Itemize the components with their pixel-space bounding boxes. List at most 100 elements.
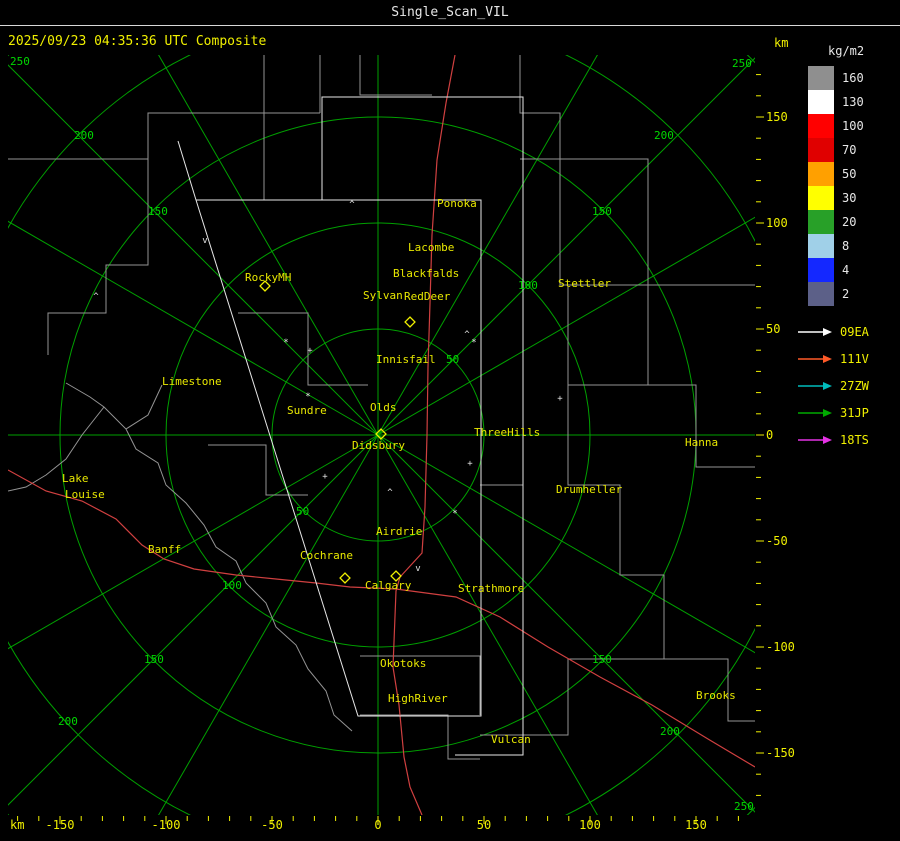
storm-track-legend: 09EA 111V 27ZW 31JP 18TS	[798, 318, 869, 453]
right-axis: 150 100 50 0 -50 -100 -150	[756, 74, 795, 796]
track-id-label: 111V	[840, 351, 869, 366]
radar-site-diamond	[404, 316, 416, 328]
place-label: Sundre	[287, 404, 327, 417]
place-label: Ponoka	[437, 197, 477, 210]
place-label: Sylvan	[363, 289, 403, 302]
station-marker: *	[283, 338, 288, 348]
window-title: Single_Scan_VIL	[391, 5, 509, 20]
ring-distance-label: 200	[660, 725, 680, 738]
track-arrow-head	[823, 408, 832, 417]
ring-distance-label: 150	[144, 653, 164, 666]
colorbar-row: 50	[808, 162, 864, 186]
colorbar-row: 2	[808, 282, 864, 306]
place-label: ThreeHills	[474, 426, 540, 439]
station-marker: *	[452, 509, 457, 519]
azimuth-line	[8, 434, 379, 806]
track-arrow-icon	[798, 435, 832, 444]
colorbar-value: 70	[842, 143, 857, 157]
station-marker: *	[305, 392, 310, 402]
place-label: Strathmore	[458, 582, 524, 595]
right-axis-label: 150	[766, 110, 788, 124]
radar-site-diamond	[339, 572, 351, 584]
right-axis-unit-label: km	[774, 36, 789, 50]
station-marker: +	[557, 394, 563, 404]
bottom-axis-unit-label: km	[10, 818, 24, 832]
station-marker: ^	[349, 200, 355, 210]
timestamp-label: 2025/09/23 04:35:36 UTC Composite	[8, 34, 267, 49]
station-marker: ^	[93, 292, 99, 302]
colorbar-swatch	[808, 234, 834, 258]
colorbar-value: 2	[842, 287, 850, 301]
track-arrow-head	[823, 381, 832, 390]
right-axis-label: -50	[766, 534, 788, 548]
county-boundary	[125, 384, 163, 430]
colorbar-row: 130	[808, 90, 864, 114]
colorbar-value: 130	[842, 95, 864, 109]
track-id-label: 18TS	[840, 432, 869, 447]
storm-track-row: 09EA	[798, 318, 869, 345]
place-label: Calgary	[365, 579, 412, 592]
track-id-label: 27ZW	[840, 378, 869, 393]
colorbar-row: 160	[808, 66, 864, 90]
station-marker: +	[322, 472, 328, 482]
station-marker: v	[415, 564, 420, 574]
place-label: Didsbury	[352, 439, 405, 452]
place-label: Olds	[370, 401, 397, 414]
ring-distance-label: 50	[296, 505, 309, 518]
county-boundary	[238, 312, 368, 386]
ring-distance-label: 250	[10, 55, 30, 68]
place-label: Banff	[148, 543, 181, 556]
colorbar-swatch	[808, 162, 834, 186]
storm-track-row: 18TS	[798, 426, 869, 453]
colorbar-value: 8	[842, 239, 850, 253]
colorbar-swatch	[808, 90, 834, 114]
place-label: RedDeer	[404, 290, 451, 303]
ring-distance-label: 250	[732, 57, 752, 70]
colorbar-value: 50	[842, 167, 857, 181]
colorbar: 160 130 100 70 50 30 20 8 4 2	[808, 66, 864, 306]
colorbar-value: 100	[842, 119, 864, 133]
radar-app-window: Single_Scan_VIL 2025/09/23 04:35:36 UTC …	[0, 0, 900, 841]
station-marker: ^	[387, 488, 393, 498]
radar-map: 250 200 150 250 200 150 100 50 50 100 150 200 150 200…	[8, 55, 795, 832]
county-boundary	[359, 55, 432, 96]
county-boundary	[47, 159, 149, 355]
place-label: Brooks	[696, 689, 736, 702]
right-axis-label: -150	[766, 746, 795, 760]
azimuth-line	[377, 434, 755, 654]
storm-track-row: 111V	[798, 345, 869, 372]
right-axis-label: 0	[766, 428, 773, 442]
colorbar-row: 4	[808, 258, 864, 282]
colorbar-swatch	[808, 282, 834, 306]
track-id-label: 31JP	[840, 405, 869, 420]
county-boundary	[196, 113, 265, 201]
place-label: Lacombe	[408, 241, 454, 254]
azimuth-line	[8, 220, 379, 436]
colorbar-value: 30	[842, 191, 857, 205]
bottom-axis: -150 -100 -50 0 50 100 150	[17, 816, 739, 832]
colorbar-value: 4	[842, 263, 850, 277]
place-label: Blackfalds	[393, 267, 459, 280]
ring-distance-label: 150	[592, 205, 612, 218]
place-label: Louise	[65, 488, 105, 501]
colorbar-row: 8	[808, 234, 864, 258]
ring-distance-label: 150	[592, 653, 612, 666]
place-label: Drumheller	[556, 483, 623, 496]
place-label: Okotoks	[380, 657, 426, 670]
ring-distance-label: 250	[734, 800, 754, 813]
colorbar-swatch	[808, 114, 834, 138]
place-label: Vulcan	[491, 733, 531, 746]
station-marker: v	[202, 236, 207, 246]
azimuth-line	[158, 434, 379, 815]
station-marker: *	[471, 338, 476, 348]
colorbar-swatch	[808, 138, 834, 162]
track-arrow-icon	[798, 408, 832, 417]
station-marker: +	[307, 346, 313, 356]
place-label: Airdrie	[376, 525, 422, 538]
place-label: Lake	[62, 472, 89, 485]
ring-distance-label: 200	[74, 129, 94, 142]
county-boundary	[264, 55, 321, 114]
county-boundary	[8, 55, 265, 160]
station-marker: ^	[464, 330, 470, 340]
station-marker: +	[467, 459, 473, 469]
